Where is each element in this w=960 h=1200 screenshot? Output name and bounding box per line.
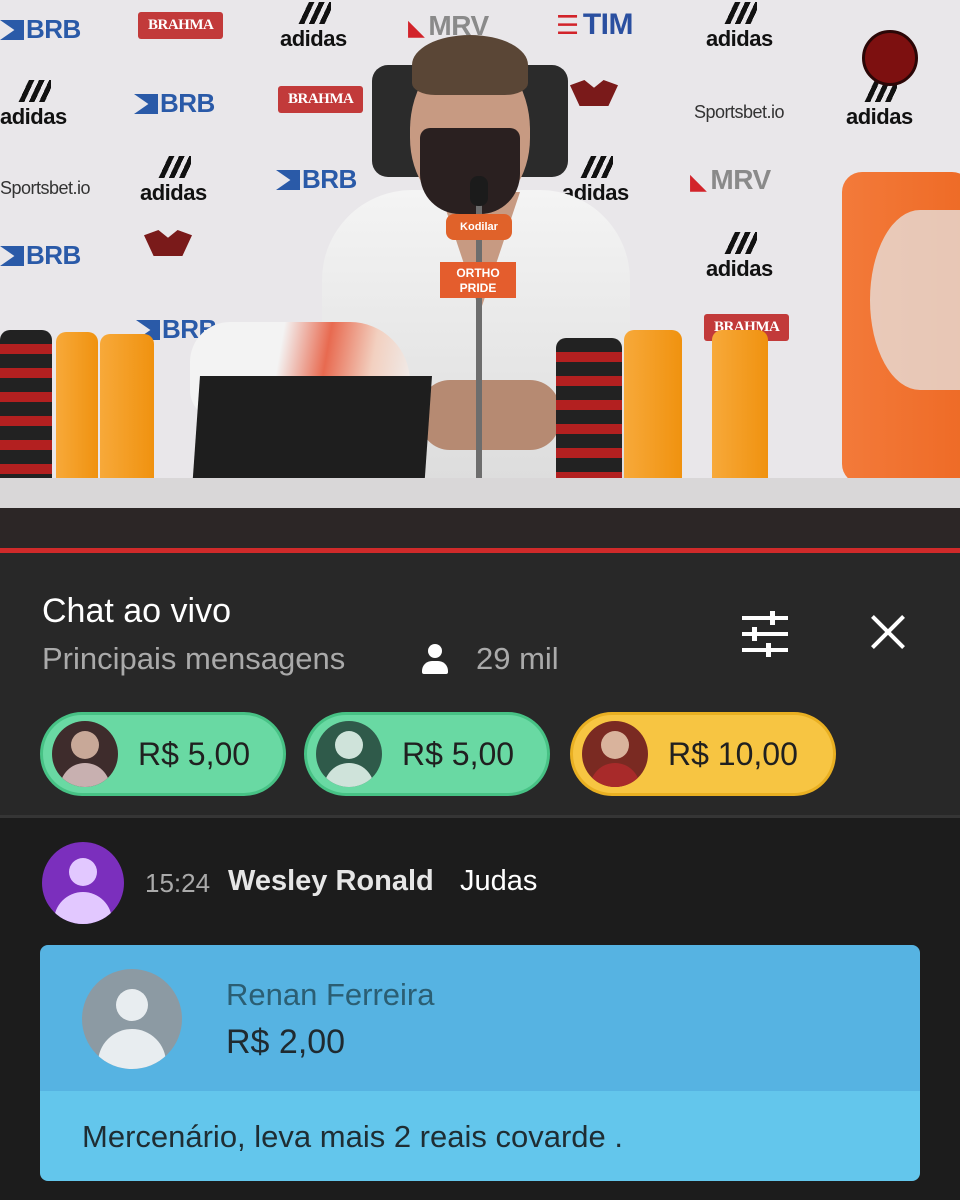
chat-title: Chat ao vivo	[42, 592, 231, 630]
mic-flag: Kodilar	[446, 214, 512, 240]
sponsor-logo: adidas	[706, 232, 773, 282]
avatar[interactable]	[42, 842, 124, 924]
chat-mode-selector[interactable]: Principais mensagens	[42, 641, 345, 677]
superchat-card[interactable]: Renan Ferreira R$ 2,00 Mercenário, leva …	[40, 945, 920, 1181]
tune-icon[interactable]	[740, 610, 790, 658]
sponsor-logo: BRB	[0, 240, 81, 271]
superchat-ticker[interactable]: R$ 10,00	[570, 712, 836, 796]
mic-flag: ORTHO PRIDE	[440, 262, 516, 298]
video-player[interactable]: BRB BRAHMA adidas MRV TIM adidas adidas …	[0, 0, 960, 552]
sponsor-logo: adidas	[846, 80, 913, 130]
avatar	[582, 721, 648, 787]
bottle	[556, 338, 622, 486]
ticker-amount: R$ 5,00	[402, 735, 515, 772]
cooler-logo	[870, 210, 960, 390]
sponsor-logo: BRAHMA	[278, 86, 364, 113]
superchat-ticker[interactable]: R$ 5,00	[304, 712, 550, 796]
avatar	[52, 721, 118, 787]
flamengo-crest	[144, 230, 192, 260]
sponsor-logo: adidas	[706, 2, 773, 52]
shoe-box	[192, 376, 432, 490]
channel-badge-icon	[862, 30, 918, 86]
bottle	[0, 330, 52, 488]
press-table	[0, 478, 960, 552]
sponsor-logo: TIM	[556, 8, 634, 42]
bottle	[624, 330, 682, 490]
microphone-icon	[470, 176, 488, 206]
bottle	[712, 330, 768, 490]
sponsor-logo: Sportsbet.io	[694, 102, 785, 122]
ticker-amount: R$ 10,00	[668, 735, 798, 772]
message-timestamp: 15:24	[145, 868, 211, 898]
sponsor-logo: BRAHMA	[138, 12, 224, 39]
sponsor-logo: adidas	[0, 80, 67, 130]
sponsor-logo: BRB	[134, 88, 215, 119]
superchat-amount: R$ 2,00	[226, 1023, 346, 1061]
sponsor-logo: adidas	[140, 156, 207, 206]
superchat-author[interactable]: Renan Ferreira	[226, 977, 434, 1013]
sponsor-logo: Sportsbet.io	[0, 178, 91, 198]
message-author[interactable]: Wesley Ronald	[228, 865, 434, 898]
avatar	[316, 721, 382, 787]
speaker-hair	[412, 35, 528, 95]
superchat-ticker[interactable]: R$ 5,00	[40, 712, 286, 796]
sponsor-logo: BRB	[0, 14, 81, 45]
sponsor-logo: MRV	[690, 164, 771, 196]
avatar[interactable]	[82, 969, 182, 1069]
close-icon[interactable]	[866, 610, 910, 654]
speaker-arms	[420, 380, 560, 450]
message-text: Judas	[460, 865, 538, 897]
sponsor-logo: adidas	[280, 2, 347, 52]
superchat-message: Mercenário, leva mais 2 reais covarde .	[82, 1119, 624, 1154]
ticker-amount: R$ 5,00	[138, 735, 251, 772]
sponsor-logo: BRB	[276, 164, 357, 195]
flamengo-crest	[570, 80, 618, 110]
person-icon	[420, 644, 450, 676]
bottle	[56, 332, 98, 486]
viewer-count: 29 mil	[476, 641, 559, 676]
bottle	[100, 334, 154, 486]
